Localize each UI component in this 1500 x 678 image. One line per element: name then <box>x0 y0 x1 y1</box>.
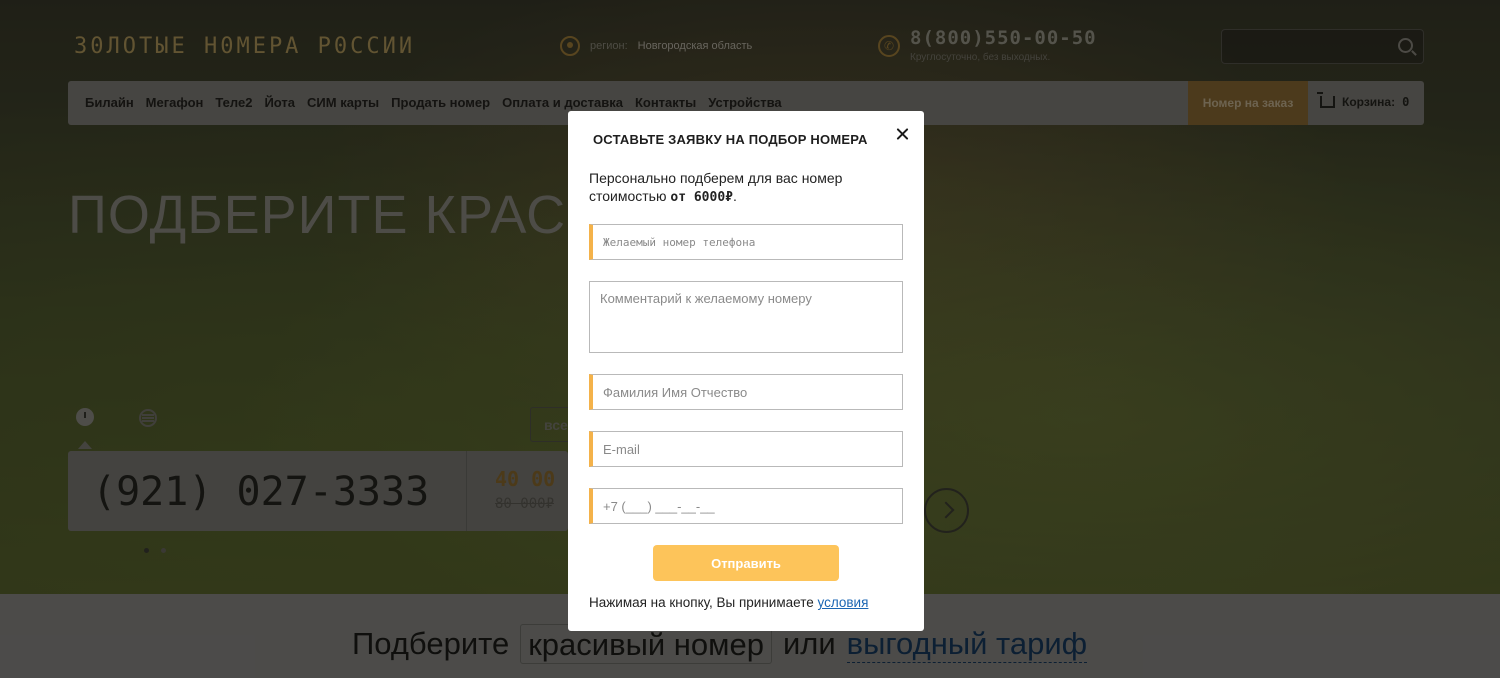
terms-notice: Нажимая на кнопку, Вы принимаете условия <box>589 595 868 610</box>
modal-intro: Персонально подберем для вас номер стоим… <box>589 169 879 207</box>
close-icon[interactable] <box>892 124 914 146</box>
email-field[interactable] <box>589 431 903 467</box>
comment-field[interactable] <box>589 281 903 353</box>
submit-button[interactable]: Отправить <box>653 545 839 581</box>
desired-number-field[interactable] <box>589 224 903 260</box>
intro-price: от 6000₽ <box>670 190 733 205</box>
full-name-field[interactable] <box>589 374 903 410</box>
number-request-modal: ОСТАВЬТЕ ЗАЯВКУ НА ПОДБОР НОМЕРА Персона… <box>568 111 924 631</box>
modal-title: ОСТАВЬТЕ ЗАЯВКУ НА ПОДБОР НОМЕРА <box>593 132 868 147</box>
intro-end: . <box>733 188 737 204</box>
terms-link[interactable]: условия <box>818 595 869 610</box>
phone-field[interactable] <box>589 488 903 524</box>
terms-text: Нажимая на кнопку, Вы принимаете <box>589 595 814 610</box>
